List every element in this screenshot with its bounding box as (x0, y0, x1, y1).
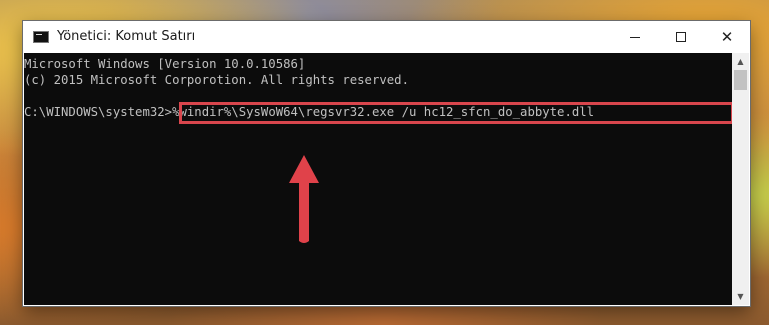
title-bar[interactable]: Yönetici: Komut Satırı ✕ (23, 21, 750, 53)
console-prompt: C:\WINDOWS\system32> (24, 105, 173, 119)
minimize-button[interactable] (612, 21, 658, 53)
maximize-icon (676, 32, 686, 42)
minimize-icon (630, 36, 640, 38)
command-highlight-box (179, 102, 732, 124)
window-title: Yönetici: Komut Satırı (57, 29, 196, 44)
close-icon: ✕ (720, 28, 734, 46)
scroll-up-icon[interactable]: ▲ (732, 53, 749, 70)
scroll-down-icon[interactable]: ▼ (732, 288, 749, 305)
console-line-copyright: (c) 2015 Microsoft Corporotion. All righ… (24, 73, 409, 87)
console-line-version: Microsoft Windows [Version 10.0.10586] (24, 57, 306, 71)
maximize-button[interactable] (658, 21, 704, 53)
scroll-thumb[interactable] (734, 70, 747, 90)
vertical-scrollbar[interactable]: ▲ ▼ (732, 53, 749, 305)
red-arrow-icon (289, 155, 319, 243)
console-output[interactable]: Microsoft Windows [Version 10.0.10586] (… (24, 53, 732, 305)
command-prompt-window: Yönetici: Komut Satırı ✕ Microsoft Windo… (23, 21, 750, 306)
close-button[interactable]: ✕ (704, 21, 750, 53)
console-app-icon (33, 31, 49, 43)
